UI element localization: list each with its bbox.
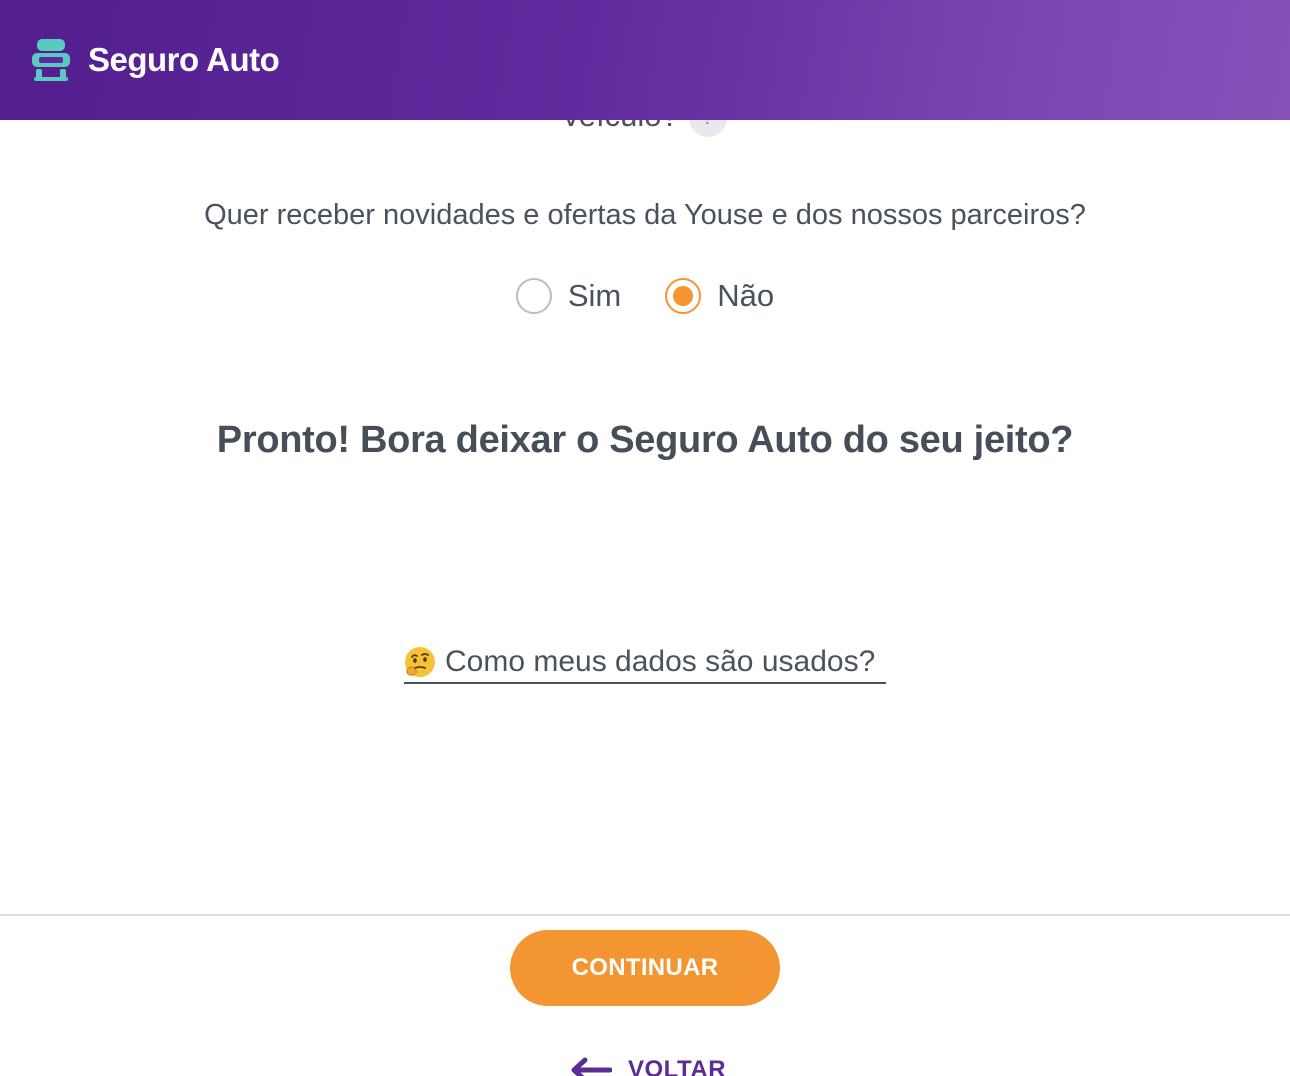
thinking-face-icon (405, 647, 435, 677)
radio-button-sim[interactable] (515, 278, 552, 314)
app-header: Seguro Auto (0, 0, 1290, 120)
radio-label-sim[interactable]: Sim (568, 276, 621, 316)
page: Seguro Auto veículo?? Quer receber novid… (0, 0, 1290, 1076)
app-title: Seguro Auto (88, 41, 280, 78)
continue-button[interactable]: CONTINUAR (510, 930, 780, 1006)
data-usage-link-label[interactable]: Como meus dados são usados? (445, 645, 875, 679)
section-heading: Pronto! Bora deixar o Seguro Auto do seu… (216, 419, 1074, 461)
newsletter-radio-group: Sim Não (0, 276, 1290, 316)
radio-button-nao[interactable] (665, 278, 702, 314)
car-seat-icon (32, 39, 70, 81)
back-button-label[interactable]: VOLTAR (628, 1056, 726, 1076)
footer-divider (0, 914, 1290, 916)
arrow-left-icon (571, 1057, 612, 1076)
newsletter-question: Quer receber novidades e ofertas da Yous… (204, 199, 1086, 231)
back-button[interactable]: VOLTAR (570, 1050, 726, 1076)
radio-option-sim[interactable]: Sim (515, 276, 621, 316)
data-usage-link[interactable]: Como meus dados são usados? (404, 642, 886, 684)
radio-option-nao[interactable]: Não (665, 276, 774, 316)
radio-label-nao[interactable]: Não (717, 276, 774, 316)
